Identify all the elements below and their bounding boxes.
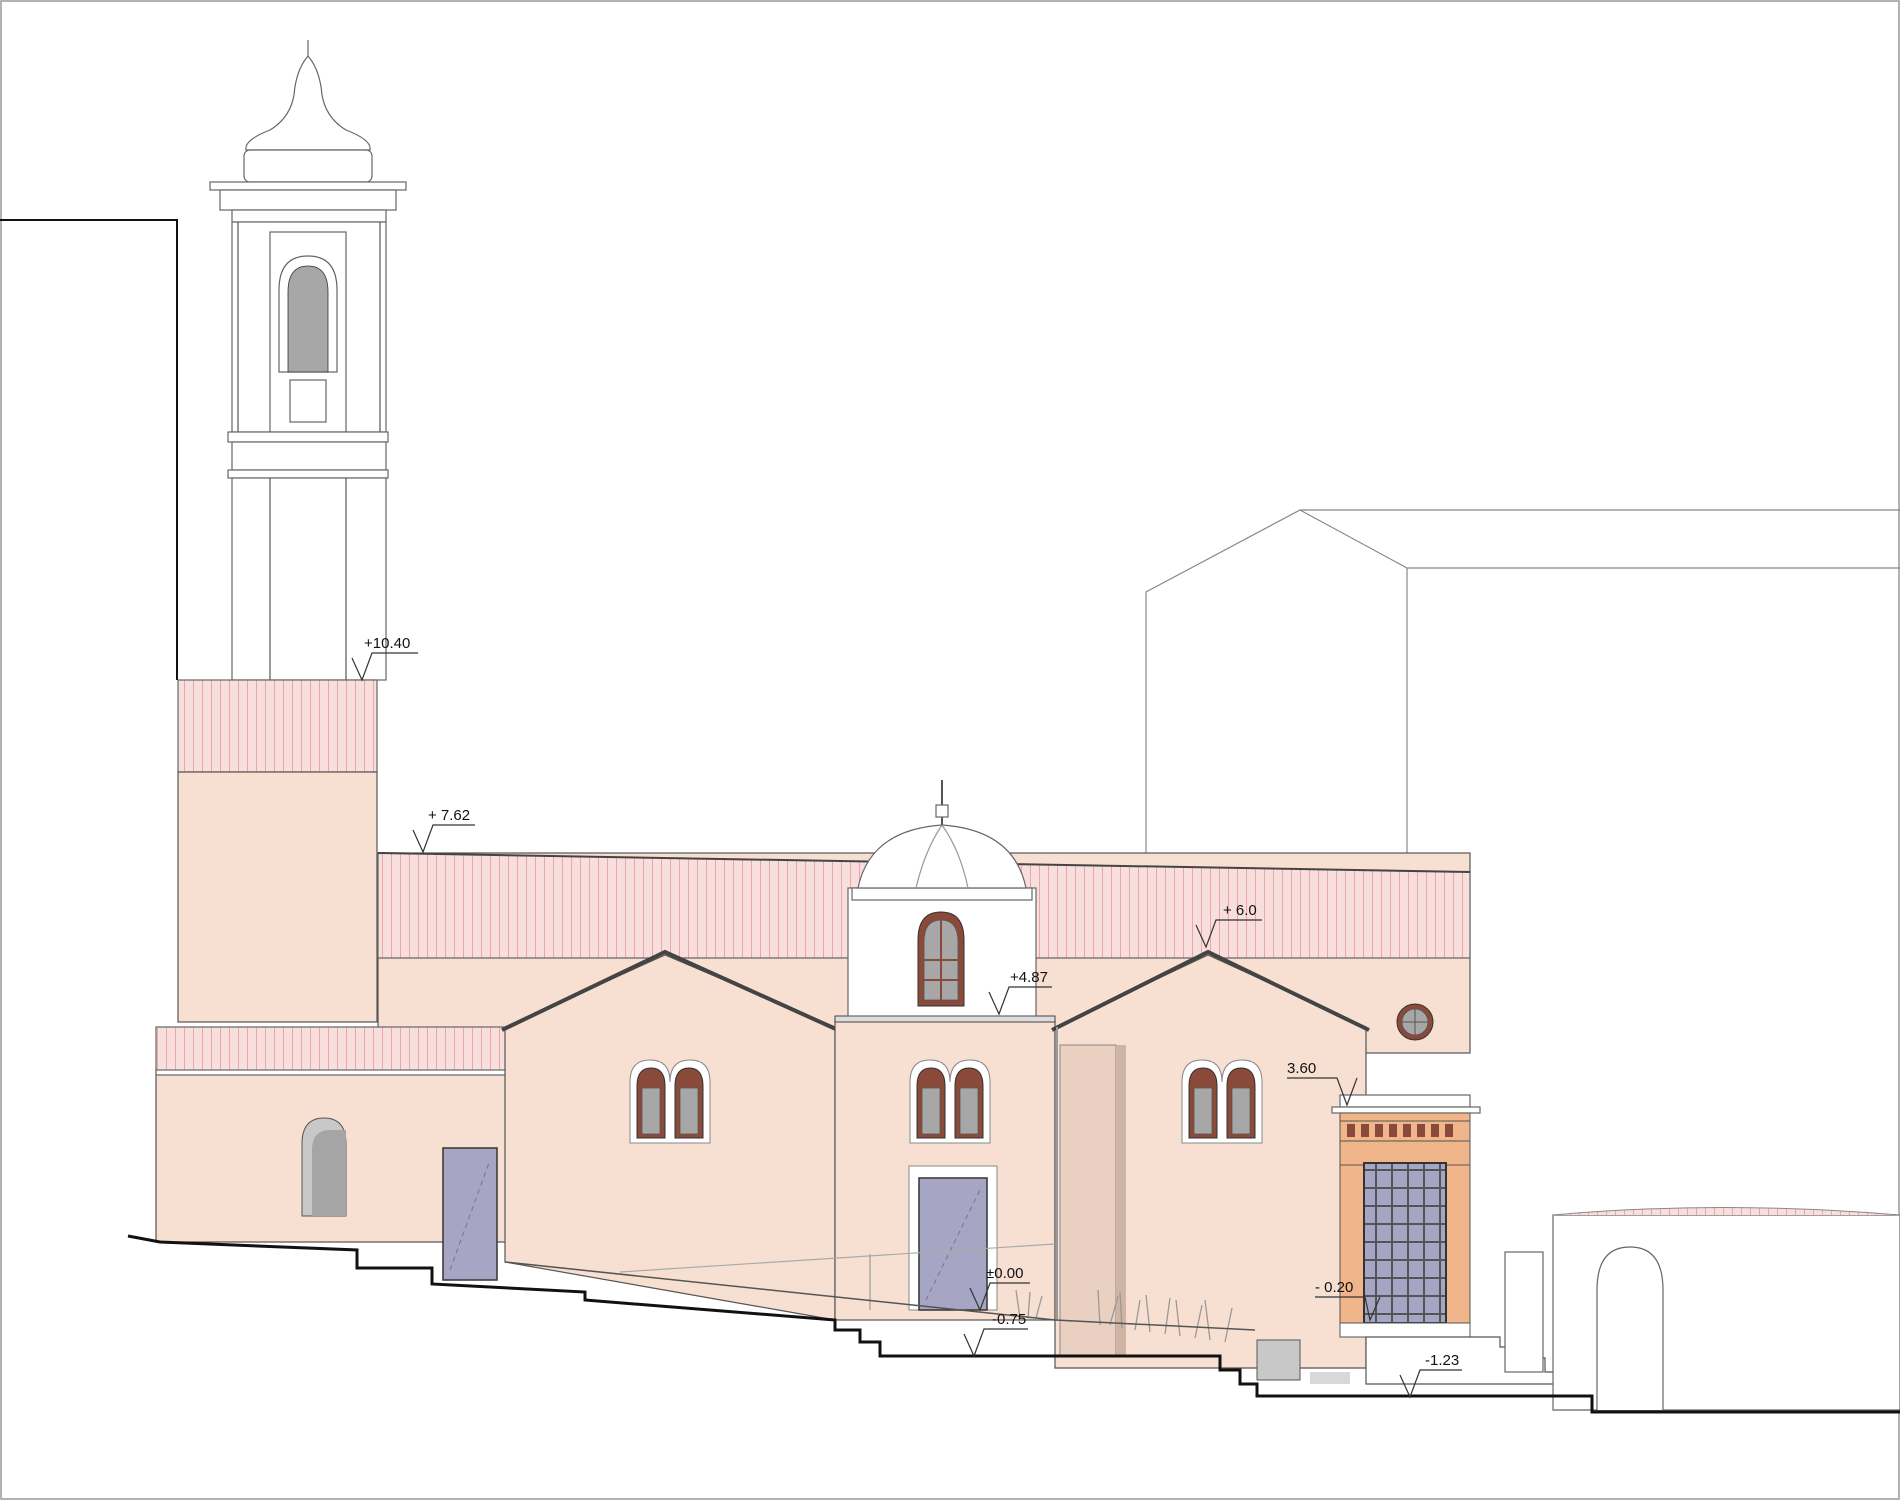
background-building-outline bbox=[1145, 509, 1900, 870]
central-dome bbox=[857, 824, 1027, 889]
tower-tiled-roof bbox=[177, 679, 378, 773]
svg-text:±0.00: ±0.00 bbox=[986, 1265, 1023, 1282]
stair-side-wall bbox=[1256, 1339, 1301, 1381]
svg-text:+ 6.0: + 6.0 bbox=[1223, 902, 1257, 919]
bell-tower bbox=[209, 40, 407, 681]
dome-drum-window bbox=[917, 911, 965, 1007]
svg-text:+4.87: +4.87 bbox=[1010, 969, 1048, 986]
bell-tower-onion-dome bbox=[245, 40, 371, 151]
tower-lower-wall bbox=[177, 771, 378, 1023]
svg-text:+10.40: +10.40 bbox=[364, 635, 410, 652]
svg-text:-1.23: -1.23 bbox=[1425, 1352, 1459, 1369]
side-portal bbox=[1331, 1094, 1481, 1338]
bell-tower-opening bbox=[287, 265, 329, 373]
portal-iron-gate bbox=[1363, 1162, 1447, 1324]
svg-text:+ 7.62: + 7.62 bbox=[428, 807, 470, 824]
svg-text:- 0.20: - 0.20 bbox=[1315, 1279, 1353, 1296]
right-courtyard-wall bbox=[1504, 1207, 1900, 1411]
church-elevation-drawing: +10.40 + 7.62 + 6.0 +4.87 3.60 ±0.00 -0.… bbox=[0, 0, 1900, 1500]
left-wing-door bbox=[442, 1147, 498, 1281]
courtyard-arched-gate bbox=[1596, 1246, 1664, 1410]
svg-text:-0.75: -0.75 bbox=[992, 1311, 1026, 1328]
svg-text:3.60: 3.60 bbox=[1287, 1060, 1316, 1077]
left-wing-tiled-roof bbox=[155, 1026, 519, 1073]
level-nave-roof: + 7.62 bbox=[412, 807, 475, 854]
main-entrance-door bbox=[918, 1177, 988, 1311]
left-neighbour-outline bbox=[0, 219, 178, 680]
